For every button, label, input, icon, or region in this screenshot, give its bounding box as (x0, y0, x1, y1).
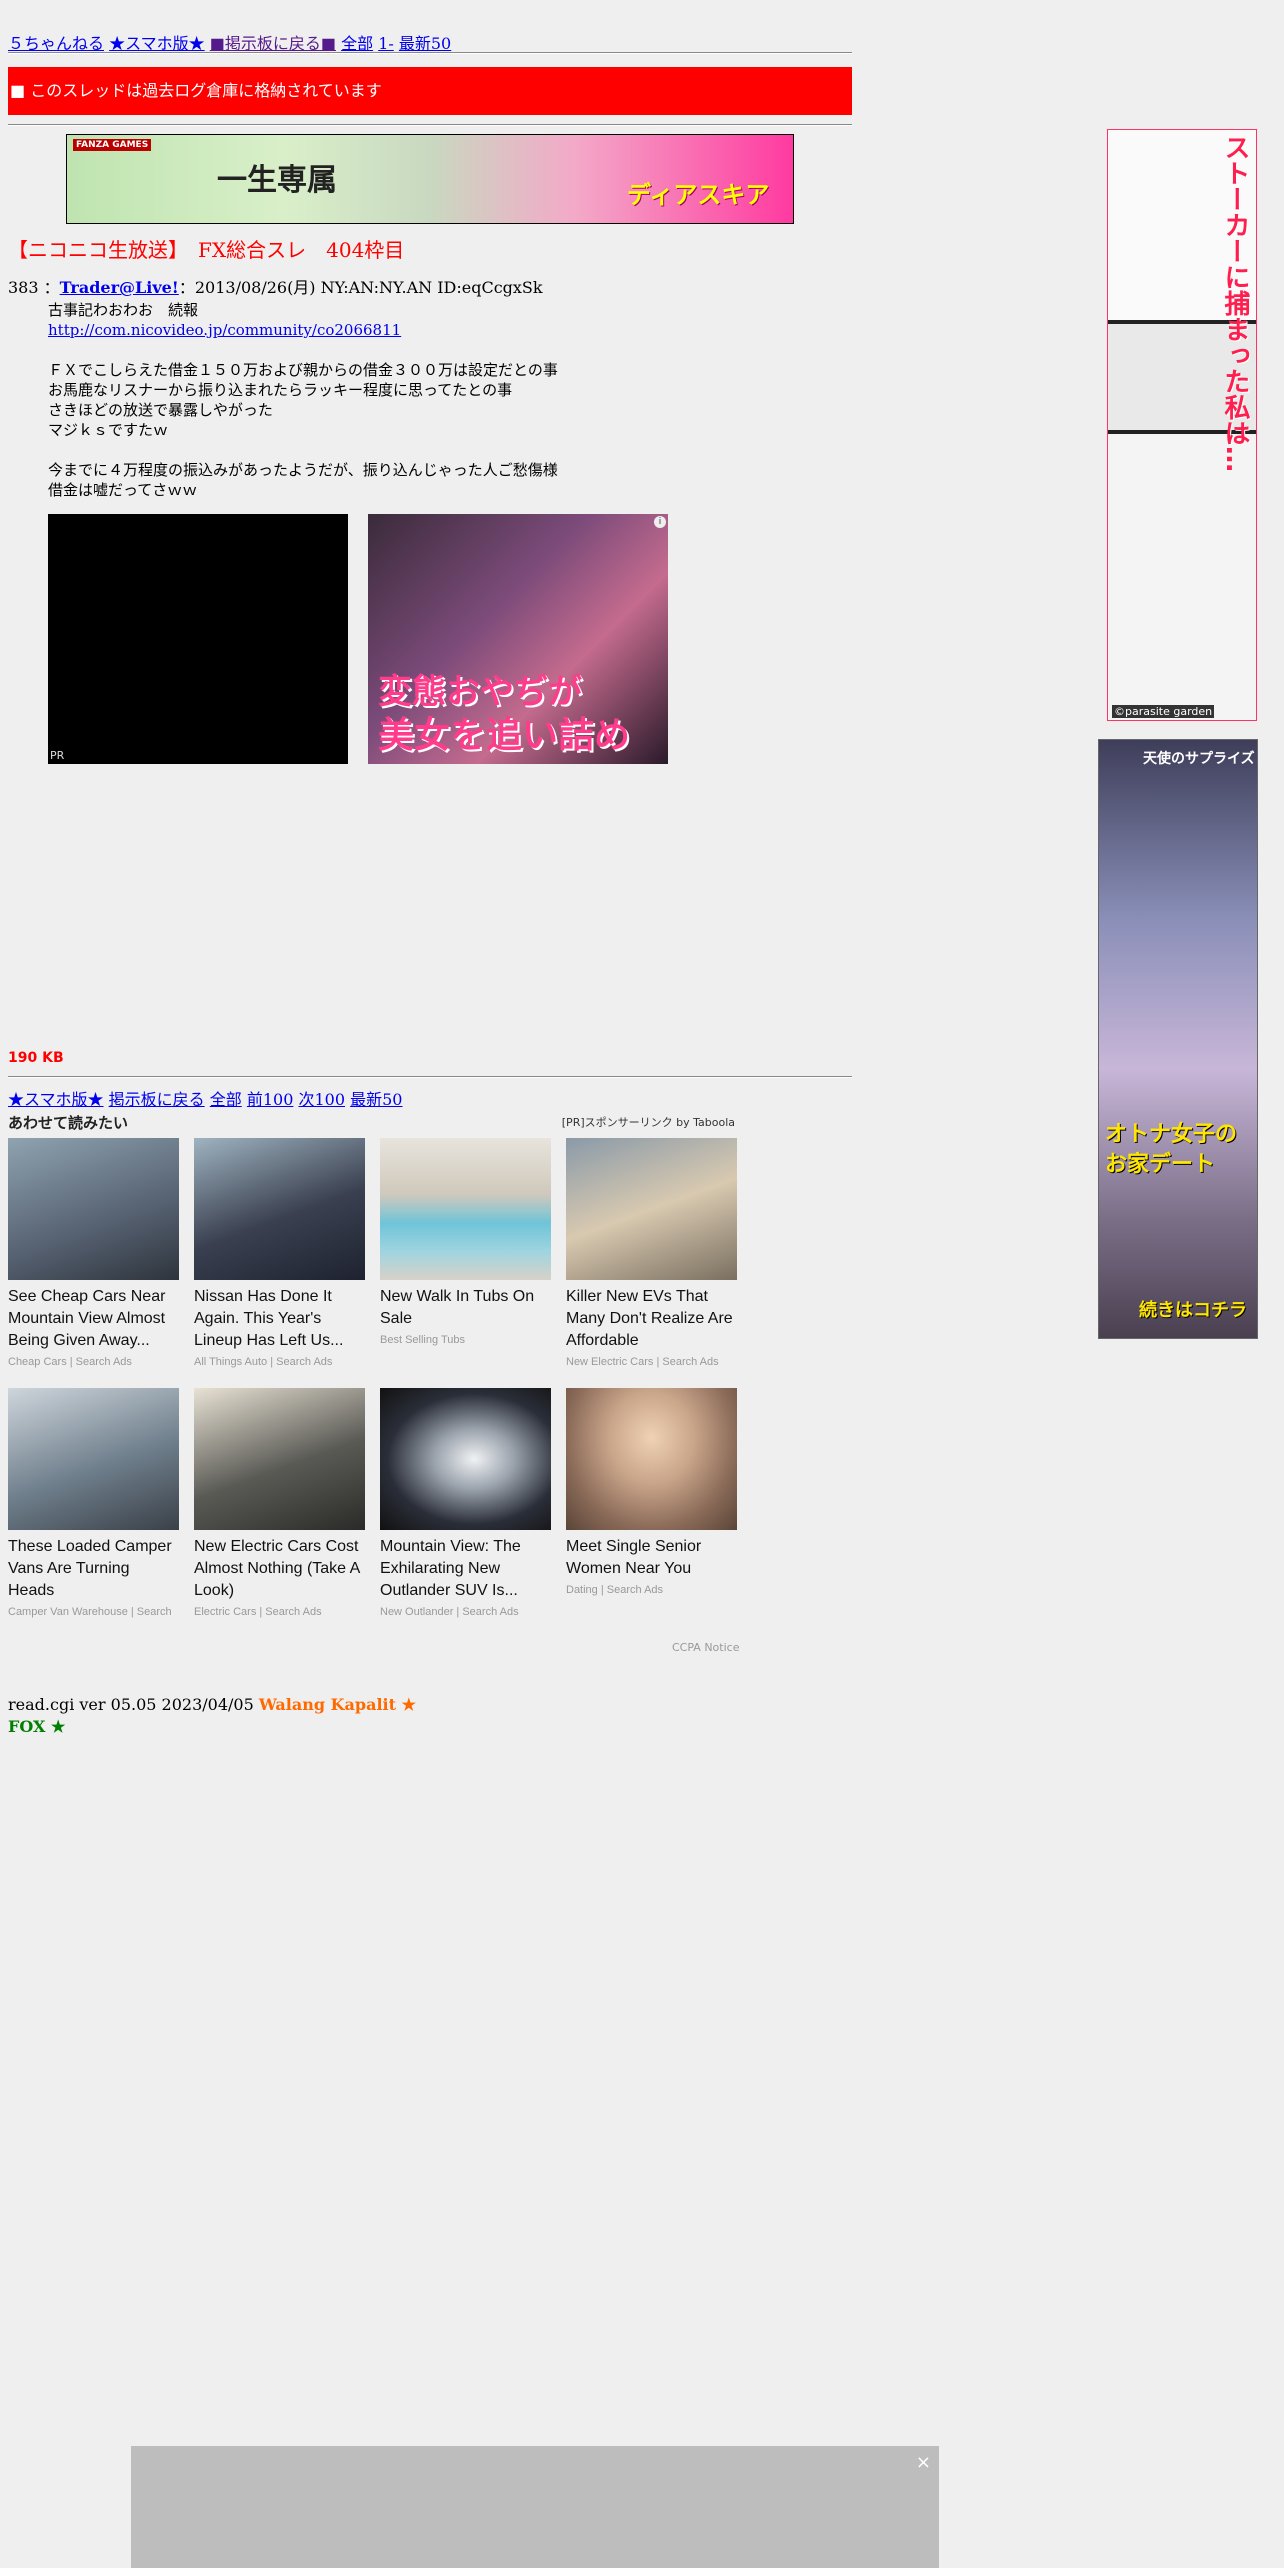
post-date: 2013/08/26(月) NY:AN:NY.AN ID:eqCcgxSk (194, 278, 543, 297)
recommended-header: あわせて読みたい [PR]スポンサーリンク by Taboola (8, 1112, 735, 1133)
divider (8, 1076, 852, 1078)
post-line: 古事記わおわお 続報 (48, 301, 199, 319)
post-body: 古事記わおわお 続報 http://com.nicovideo.jp/commu… (48, 300, 688, 500)
side-ad-text: ストーカーに捕まった私は… (1220, 134, 1250, 472)
top-banner-ad[interactable]: FANZA GAMES 一生専属 ディアスキア (66, 134, 794, 224)
mobile-version-link[interactable]: ★スマホ版★ (8, 1090, 104, 1109)
footer: read.cgi ver 05.05 2023/04/05 Walang Kap… (8, 1694, 416, 1738)
post-separator: ： (178, 278, 195, 297)
post-line: 借金は嘘だってさｗｗ (48, 481, 198, 499)
card-title: Meet Single Senior Women Near You (566, 1538, 702, 1577)
post-line: お馬鹿なリスナーから振り込まれたらラッキー程度に思ってたとの事 (48, 381, 513, 399)
top-navigation: ５ちゃんねる ★スマホ版★ ■掲示板に戻る■ 全部 1- 最新50 (8, 30, 451, 54)
recommendation-card[interactable]: New Electric Cars Cost Almost Nothing (T… (194, 1388, 365, 1618)
recommendation-card[interactable]: Mountain View: The Exhilarating New Outl… (380, 1388, 551, 1618)
card-source: New Electric Cars | Search Ads (566, 1356, 719, 1368)
divider (8, 124, 852, 126)
back-to-board-link[interactable]: 掲示板に戻る (109, 1090, 205, 1109)
site-link[interactable]: ５ちゃんねる (8, 34, 104, 53)
card-source: Electric Cars | Search Ads (194, 1606, 322, 1618)
from-first-link[interactable]: 1- (378, 34, 394, 53)
card-image (380, 1138, 551, 1280)
card-title: New Electric Cars Cost Almost Nothing (T… (194, 1538, 360, 1599)
ad-info-icon[interactable]: i (654, 516, 666, 528)
thread-title: 【ニコニコ生放送】 FX総合スレ 404枠目 (8, 238, 405, 262)
post-line: 今までに４万程度の振込みがあったようだが、振り込んじゃった人ご愁傷様 (48, 461, 558, 479)
card-source: Best Selling Tubs (380, 1334, 465, 1346)
card-source: Cheap Cars | Search Ads (8, 1356, 132, 1368)
recommendation-card[interactable]: These Loaded Camper Vans Are Turning Hea… (8, 1388, 179, 1618)
side-ad-credit: ©parasite garden (1112, 705, 1215, 718)
all-posts-link[interactable]: 全部 (210, 1090, 242, 1109)
card-source: New Outlander | Search Ads (380, 1606, 519, 1618)
latest-50-link[interactable]: 最新50 (399, 34, 451, 53)
recommended-heading: あわせて読みたい (8, 1114, 129, 1132)
banner-headline: 一生専属 (217, 163, 337, 198)
recommendation-card[interactable]: Meet Single Senior Women Near You Dating… (566, 1388, 737, 1596)
post: 383 ：Trader@Live!：2013/08/26(月) NY:AN:NY… (8, 274, 688, 500)
card-image (566, 1388, 737, 1530)
recommendation-card[interactable]: Nissan Has Done It Again. This Year's Li… (194, 1138, 365, 1368)
prev-100-link[interactable]: 前100 (247, 1090, 294, 1109)
card-image (194, 1388, 365, 1530)
card-source: Dating | Search Ads (566, 1584, 664, 1596)
card-title: See Cheap Cars Near Mountain View Almost… (8, 1288, 166, 1349)
archive-notice: ■ このスレッドは過去ログ倉庫に格納されています (8, 67, 852, 115)
card-source: All Things Auto | Search Ads (194, 1356, 333, 1368)
post-line: ＦＸでこしらえた借金１５０万および親からの借金３００万は設定だとの事 (48, 361, 558, 379)
card-source: Camper Van Warehouse | Search (8, 1606, 172, 1618)
thread-size: 190 KB (8, 1050, 64, 1066)
banner-game-title: ディアスキア (627, 181, 770, 209)
post-line: マジｋｓですたｗ (48, 421, 169, 439)
side-ad-text: オトナ女子の お家デート (1105, 1122, 1238, 1177)
card-image (8, 1388, 179, 1530)
post-separator: ： (43, 278, 60, 297)
community-link[interactable]: http://com.nicovideo.jp/community/co2066… (48, 321, 401, 339)
post-line: さきほどの放送で暴露しやがった (48, 401, 273, 419)
side-ad-manga[interactable]: ストーカーに捕まった私は… ©parasite garden (1107, 129, 1257, 721)
video-ad[interactable]: PR (48, 514, 348, 764)
poster-name-link[interactable]: Trader@Live! (60, 278, 179, 297)
sponsor-label[interactable]: [PR]スポンサーリンク by Taboola (562, 1114, 735, 1130)
card-title: These Loaded Camper Vans Are Turning Hea… (8, 1538, 172, 1599)
next-100-link[interactable]: 次100 (298, 1090, 345, 1109)
cgi-version: read.cgi ver 05.05 2023/04/05 (8, 1695, 254, 1714)
divider (8, 52, 852, 54)
latest-50-link[interactable]: 最新50 (350, 1090, 402, 1109)
recommendation-card[interactable]: Killer New EVs That Many Don't Realize A… (566, 1138, 737, 1368)
card-title: Nissan Has Done It Again. This Year's Li… (194, 1288, 344, 1349)
card-title: Mountain View: The Exhilarating New Outl… (380, 1538, 521, 1599)
recommendation-card[interactable]: See Cheap Cars Near Mountain View Almost… (8, 1138, 179, 1368)
card-image (380, 1388, 551, 1530)
card-image (566, 1138, 737, 1280)
bottom-navigation: ★スマホ版★ 掲示板に戻る 全部 前100 次100 最新50 (8, 1086, 403, 1110)
manga-ad[interactable]: i 変態おやぢが 美女を追い詰める!! (368, 514, 668, 764)
side-ad-title: 天使のサプライズ (1143, 751, 1255, 767)
card-image (8, 1138, 179, 1280)
post-header: 383 ：Trader@Live!：2013/08/26(月) NY:AN:NY… (8, 274, 688, 298)
post-number: 383 (8, 278, 39, 297)
fox-credit: FOX ★ (8, 1717, 66, 1736)
close-icon[interactable]: × (916, 2452, 931, 2473)
side-ad-cta: 続きはコチラ (1139, 1300, 1247, 1321)
pr-label: PR (50, 749, 65, 762)
card-image (194, 1138, 365, 1280)
bottom-sticky-ad[interactable]: × (131, 2446, 939, 2568)
card-title: Killer New EVs That Many Don't Realize A… (566, 1288, 733, 1349)
ccpa-notice-link[interactable]: CCPA Notice (672, 1641, 739, 1654)
all-posts-link[interactable]: 全部 (341, 34, 373, 53)
side-ad-anime[interactable]: 天使のサプライズ オトナ女子の お家デート 続きはコチラ (1098, 739, 1258, 1339)
card-title: New Walk In Tubs On Sale (380, 1288, 535, 1327)
manga-ad-text: 美女を追い詰める!! (378, 715, 631, 756)
mobile-version-link[interactable]: ★スマホ版★ (109, 34, 205, 53)
walang-kapalit-credit: Walang Kapalit ★ (258, 1695, 416, 1714)
recommendation-card[interactable]: New Walk In Tubs On Sale Best Selling Tu… (380, 1138, 551, 1346)
back-to-board-link[interactable]: ■掲示板に戻る■ (210, 34, 336, 53)
banner-badge: FANZA GAMES (73, 139, 152, 151)
